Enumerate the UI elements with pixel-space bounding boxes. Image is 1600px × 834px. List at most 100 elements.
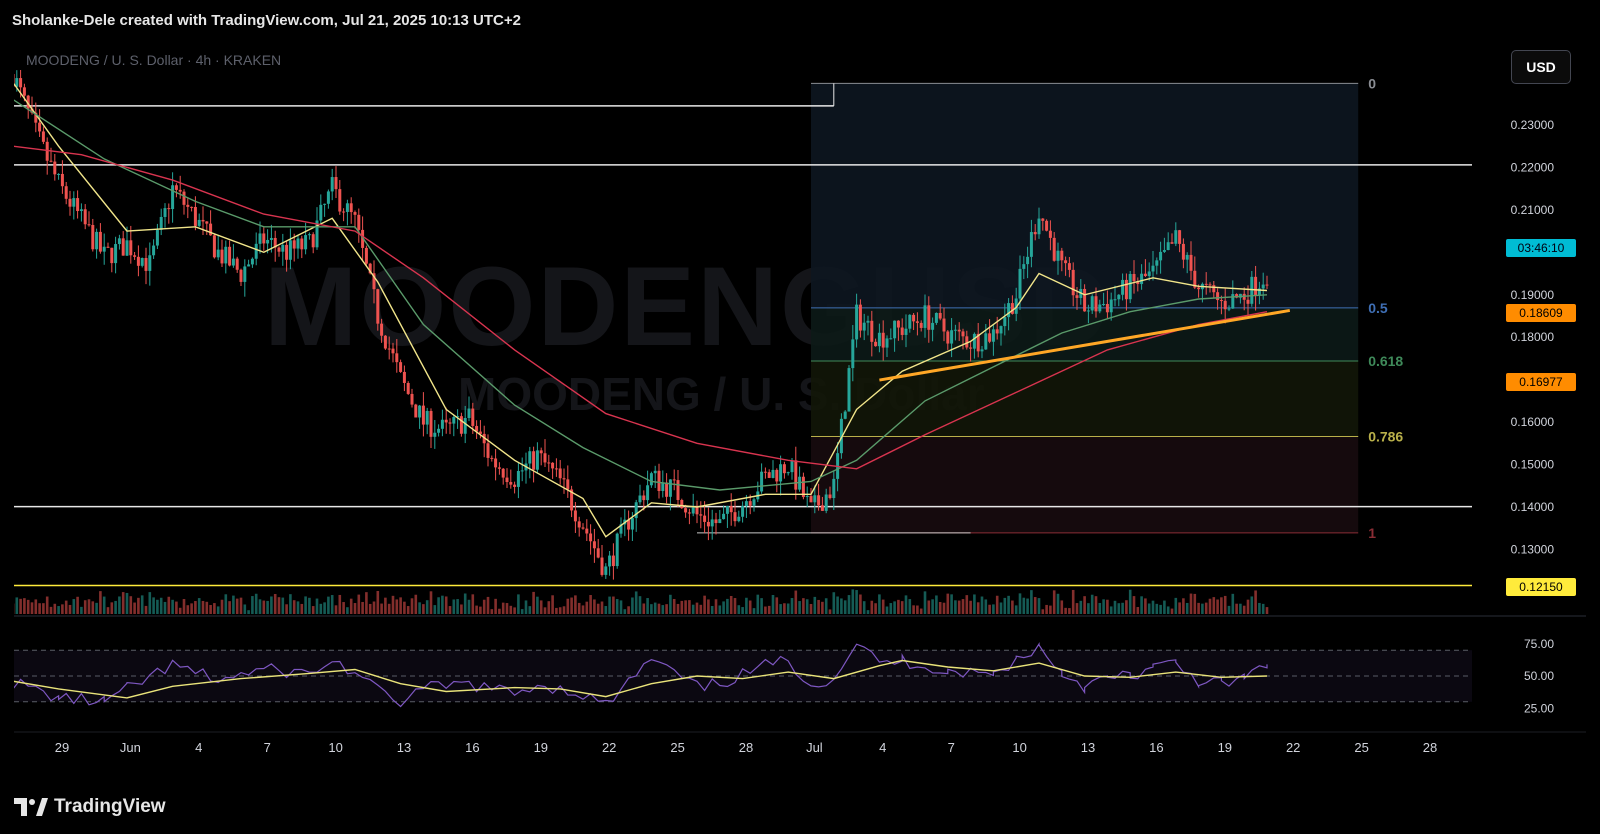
volume-bar <box>1068 608 1071 614</box>
price-axis-label: 0.18000 <box>1511 330 1555 344</box>
candle-body <box>64 186 68 199</box>
candle-body <box>1147 271 1151 277</box>
volume-bar <box>505 603 509 614</box>
volume-bar <box>942 602 946 614</box>
volume-bar <box>859 594 862 614</box>
candle-body <box>805 496 809 498</box>
candle-body <box>752 499 756 506</box>
candle-body <box>53 161 57 175</box>
volume-bar <box>1185 602 1189 614</box>
tradingview-logo-icon <box>14 798 48 816</box>
volume-bar <box>999 602 1003 614</box>
volume-bar <box>83 600 87 614</box>
volume-bar <box>809 603 813 614</box>
volume-bar <box>950 594 953 614</box>
candle-body <box>646 485 650 501</box>
volume-bar <box>197 598 201 614</box>
volume-bar <box>1022 597 1026 614</box>
candle-body <box>573 510 577 522</box>
candle-body <box>1261 284 1265 289</box>
price-axis-label: 0.21000 <box>1511 203 1555 217</box>
volume-bar <box>821 601 824 614</box>
volume-bar <box>448 606 452 614</box>
volume-bar <box>68 604 72 614</box>
volume-bar <box>327 596 330 614</box>
candle-body <box>1223 300 1227 310</box>
volume-bar <box>118 596 121 614</box>
candle-body <box>1170 242 1174 244</box>
volume-bar <box>460 604 463 614</box>
volume-bar <box>1056 593 1060 614</box>
candle-body <box>1033 232 1037 235</box>
candle-body <box>391 348 395 354</box>
price-chart[interactable]: 0 0.5 0.618 0.786 1 0.23000 0.22000 0.21000 0.19… <box>14 42 1586 782</box>
volume-bar <box>1265 607 1269 614</box>
candle-body <box>364 247 368 264</box>
candle-body <box>1181 243 1185 260</box>
candle-body <box>117 238 121 245</box>
candle-body <box>813 495 817 503</box>
volume-bar <box>285 604 288 614</box>
candle-body <box>414 404 418 418</box>
date-axis-label: 10 <box>328 740 342 755</box>
volume-bar <box>596 603 600 614</box>
candle-body <box>277 247 281 252</box>
candle-body <box>661 482 665 491</box>
tradingview-logo[interactable]: TradingView <box>14 796 166 818</box>
candle-body <box>22 87 26 96</box>
volume-bar <box>619 600 623 614</box>
volume-bar <box>205 601 209 614</box>
candle-body <box>927 305 931 330</box>
volume-bar <box>342 602 345 614</box>
volume-bar <box>729 595 733 614</box>
volume-bar <box>866 610 870 614</box>
candle-body <box>915 321 919 323</box>
candle-body <box>1143 273 1147 277</box>
volume-bar <box>87 599 91 614</box>
date-axis-label: 25 <box>670 740 684 755</box>
volume-bar <box>1155 603 1159 614</box>
volume-bar <box>129 596 133 614</box>
candle-body <box>615 533 619 567</box>
volume-bar <box>961 599 965 614</box>
volume-bar <box>1258 602 1261 614</box>
candle-body <box>387 348 391 350</box>
candle-body <box>870 320 874 342</box>
candle-body <box>307 234 311 236</box>
volume-bar <box>15 597 19 614</box>
volume-bar <box>1239 603 1242 614</box>
volume-bar <box>954 600 957 614</box>
volume-bar <box>741 607 744 614</box>
volume-bar <box>1045 604 1048 614</box>
candle-body <box>471 408 475 426</box>
volume-bar <box>524 600 528 614</box>
candle-body <box>1056 250 1060 261</box>
fib-zone <box>811 83 1359 308</box>
candle-body <box>729 506 733 513</box>
candle-body <box>41 131 45 142</box>
volume-bar <box>479 606 482 614</box>
volume-bar <box>61 604 64 614</box>
volume-bar <box>429 591 433 614</box>
candle-body <box>665 482 669 497</box>
candle-body <box>254 243 258 259</box>
candle-body <box>1174 230 1178 244</box>
volume-bar <box>365 592 368 614</box>
candle-body <box>790 460 794 473</box>
candle-body <box>425 410 429 425</box>
candle-body <box>995 329 999 334</box>
candle-body <box>999 326 1003 334</box>
price-axis-label: 0.22000 <box>1511 160 1555 174</box>
candle-body <box>83 209 87 225</box>
candle-body <box>38 122 42 132</box>
candle-body <box>672 479 676 481</box>
candle-body <box>167 208 171 210</box>
volume-bar <box>1041 609 1045 614</box>
currency-button[interactable]: USD <box>1511 50 1571 84</box>
volume-bar <box>228 601 231 614</box>
candle-body <box>1212 285 1216 293</box>
volume-bar <box>482 599 486 614</box>
candle-body <box>49 160 53 162</box>
volume-bar <box>688 600 691 614</box>
volume-bar <box>304 596 307 614</box>
